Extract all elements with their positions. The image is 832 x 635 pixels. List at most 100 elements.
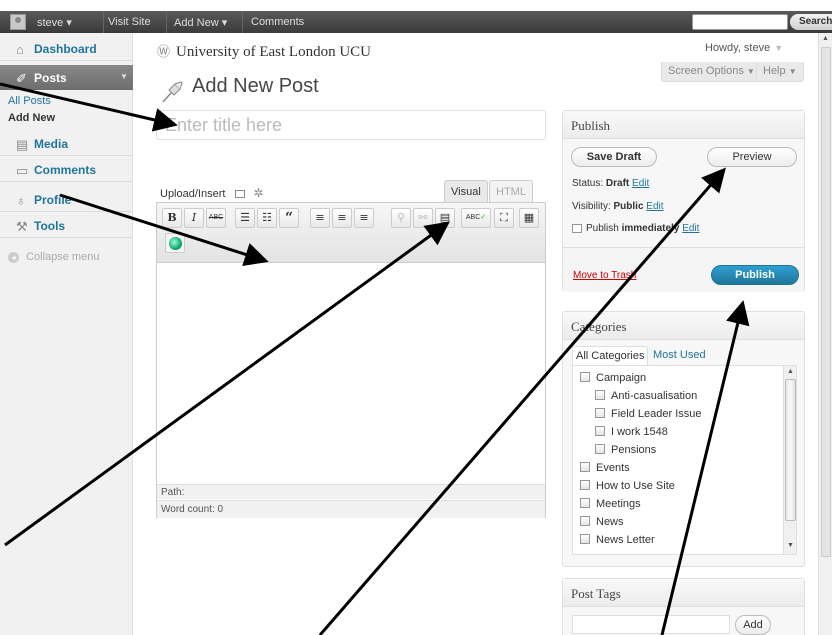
editor-content-area[interactable] (157, 263, 545, 485)
category-checkbox[interactable] (595, 444, 605, 454)
sidebar-item-label: Dashboard (34, 42, 97, 56)
post-status-row: Status: Draft Edit (572, 178, 649, 189)
visit-site-link[interactable]: Visit Site (108, 16, 151, 28)
category-checkbox[interactable] (595, 408, 605, 418)
tab-most-used[interactable]: Most Used (650, 346, 709, 366)
sidebar-subitem-all-posts[interactable]: All Posts (8, 95, 51, 107)
avatar[interactable] (10, 14, 26, 30)
spellcheck-button[interactable]: ABC✓ (461, 208, 491, 228)
save-draft-button[interactable]: Save Draft (571, 147, 657, 167)
admin-bar-search-button[interactable]: Search (790, 14, 832, 30)
chevron-down-icon: ▾ (66, 17, 72, 29)
editor-toolbar: B I ABC ☰ ☷ “ ≡ ≡ ≡ ⚲ ⚯ ▤ ABC✓ ⛶ ▦ (157, 203, 545, 263)
admin-bar-comments-link[interactable]: Comments (251, 16, 304, 28)
add-gallery-icon[interactable]: ✲ (253, 186, 263, 200)
scroll-up-icon[interactable]: ▲ (822, 35, 829, 42)
tab-visual[interactable]: Visual (444, 180, 488, 203)
align-right-icon[interactable]: ≡ (354, 208, 374, 228)
edit-status-link[interactable]: Edit (632, 178, 649, 189)
unlink-icon[interactable]: ⚯ (413, 208, 433, 228)
fullscreen-icon[interactable]: ⛶ (494, 208, 514, 228)
chevron-down-icon: ▼ (746, 67, 755, 76)
howdy-menu[interactable]: Howdy, steve ▼ (705, 42, 783, 54)
link-icon[interactable]: ⚲ (391, 208, 411, 228)
color-ball-icon (169, 237, 182, 250)
screen-options-button[interactable]: Screen Options ▼ (661, 62, 762, 82)
category-checkbox[interactable] (595, 390, 605, 400)
status-label: Status: (572, 178, 604, 189)
category-checkbox[interactable] (580, 372, 590, 382)
preview-button[interactable]: Preview (707, 147, 797, 167)
category-item[interactable]: Events (580, 462, 630, 474)
add-media-icon[interactable] (235, 190, 246, 199)
tag-input[interactable] (572, 615, 730, 634)
align-left-icon[interactable]: ≡ (310, 208, 330, 228)
sidebar-item-comments[interactable]: ▭ Comments (0, 157, 133, 182)
publish-time-label: Publish (586, 223, 619, 234)
kitchen-sink-icon[interactable]: ▦ (519, 208, 539, 228)
page-scrollbar[interactable]: ▲ (818, 33, 832, 635)
category-checkbox[interactable] (580, 462, 590, 472)
admin-bar-add-new-menu[interactable]: Add New ▾ (174, 16, 227, 29)
sidebar-item-profile[interactable]: ♁ Profile (0, 187, 133, 212)
category-item[interactable]: Meetings (580, 498, 641, 510)
category-item[interactable]: Anti-casualisation (595, 390, 697, 402)
publish-button[interactable]: Publish (711, 265, 799, 285)
strikethrough-button[interactable]: ABC (206, 208, 226, 228)
categories-heading[interactable]: Categories (563, 312, 804, 340)
category-item[interactable]: Field Leader Issue (595, 408, 702, 420)
post-title-input[interactable]: Enter title here (156, 110, 546, 140)
add-tag-button[interactable]: Add (735, 615, 771, 635)
publish-box-heading[interactable]: Publish (563, 111, 804, 139)
publish-time-row: Publish immediately Edit (572, 223, 699, 234)
admin-bar-divider (166, 11, 167, 33)
category-item[interactable]: News (580, 516, 624, 528)
sidebar-item-dashboard[interactable]: ⌂ Dashboard (0, 36, 133, 61)
italic-button[interactable]: I (184, 208, 204, 228)
sidebar-item-tools[interactable]: ⚒ Tools (0, 213, 133, 238)
sidebar-item-media[interactable]: ▤ Media (0, 131, 133, 156)
category-checkbox[interactable] (595, 426, 605, 436)
post-tags-heading[interactable]: Post Tags (563, 579, 804, 607)
category-item[interactable]: How to Use Site (580, 480, 675, 492)
help-button[interactable]: Help ▼ (756, 62, 804, 82)
collapse-menu-button[interactable]: ◂ Collapse menu (8, 251, 99, 263)
edit-visibility-link[interactable]: Edit (646, 201, 663, 212)
blockquote-button[interactable]: “ (279, 208, 299, 228)
scroll-up-icon[interactable]: ▲ (787, 368, 794, 375)
numbered-list-icon[interactable]: ☷ (257, 208, 277, 228)
category-label: Events (596, 462, 630, 474)
scroll-down-icon[interactable]: ▼ (787, 542, 794, 549)
category-item[interactable]: I work 1548 (595, 426, 668, 438)
pin-icon: ✐ (16, 71, 27, 86)
scrollbar-thumb[interactable] (785, 379, 796, 521)
sidebar-item-label: Posts (34, 71, 67, 85)
align-center-icon[interactable]: ≡ (332, 208, 352, 228)
screen-options-label: Screen Options (668, 65, 744, 77)
bullet-list-icon[interactable]: ☰ (235, 208, 255, 228)
edit-publish-time-link[interactable]: Edit (682, 223, 699, 234)
color-picker-button[interactable] (165, 233, 185, 253)
sidebar-subitem-add-new[interactable]: Add New (8, 112, 55, 124)
admin-bar-user-menu[interactable]: steve ▾ (37, 16, 72, 29)
tab-all-categories[interactable]: All Categories (572, 346, 649, 366)
scrollbar-thumb[interactable] (821, 47, 831, 557)
insert-more-icon[interactable]: ▤ (435, 208, 455, 228)
category-checkbox[interactable] (580, 534, 590, 544)
admin-bar-search-input[interactable] (692, 14, 788, 30)
collapse-arrow-icon: ◂ (8, 252, 19, 263)
category-item[interactable]: Pensions (595, 444, 656, 456)
check-icon: ✓ (480, 214, 487, 221)
category-checkbox[interactable] (580, 498, 590, 508)
site-name[interactable]: Ⓦ University of East London UCU (157, 41, 371, 61)
sidebar-item-posts[interactable]: ✐ Posts ▼ (0, 65, 133, 90)
category-checkbox[interactable] (580, 480, 590, 490)
move-to-trash-link[interactable]: Move to Trash (573, 270, 636, 281)
bold-button[interactable]: B (162, 208, 182, 228)
category-item[interactable]: News Letter (580, 534, 655, 546)
admin-bar-divider (103, 11, 104, 33)
tab-html[interactable]: HTML (489, 180, 533, 203)
category-item[interactable]: Campaign (580, 372, 646, 384)
category-scrollbar[interactable]: ▲ ▼ (783, 366, 796, 554)
category-checkbox[interactable] (580, 516, 590, 526)
